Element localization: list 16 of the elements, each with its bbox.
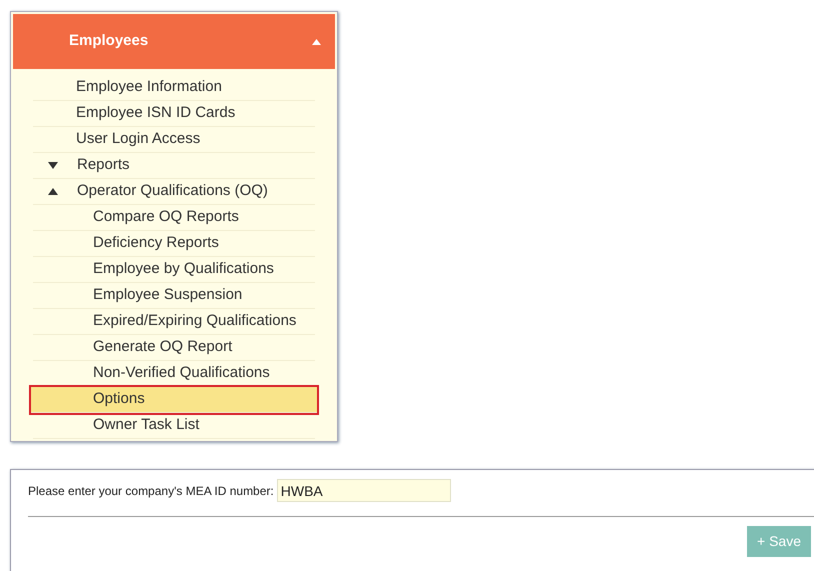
- menu-item[interactable]: Options: [31, 387, 317, 413]
- input-field[interactable]: HWBA: [276, 479, 451, 502]
- menu-item[interactable]: Expired/Expiring Qualifications: [33, 309, 315, 335]
- menu-item[interactable]: Generate OQ Report: [33, 335, 315, 361]
- menu-item[interactable]: Employee ISN ID Cards: [33, 101, 315, 127]
- caret-up-icon: [312, 38, 321, 44]
- menu-item[interactable]: Reports: [33, 153, 315, 179]
- menu-item[interactable]: Employee Suspension: [33, 283, 315, 309]
- menu-item[interactable]: Deficiency Reports: [33, 231, 315, 257]
- menu-item[interactable]: Compare OQ Reports: [33, 205, 315, 231]
- menu-item[interactable]: Employee Information: [33, 75, 315, 101]
- menu-item[interactable]: Employee by Qualifications: [33, 257, 315, 283]
- menu-item[interactable]: Owner Task List: [33, 413, 315, 439]
- field-label: Please enter your company's MEA ID number:: [28, 482, 274, 500]
- menu-item[interactable]: Operator Qualifications (OQ): [33, 179, 315, 205]
- menu-item[interactable]: User Login Access: [33, 127, 315, 153]
